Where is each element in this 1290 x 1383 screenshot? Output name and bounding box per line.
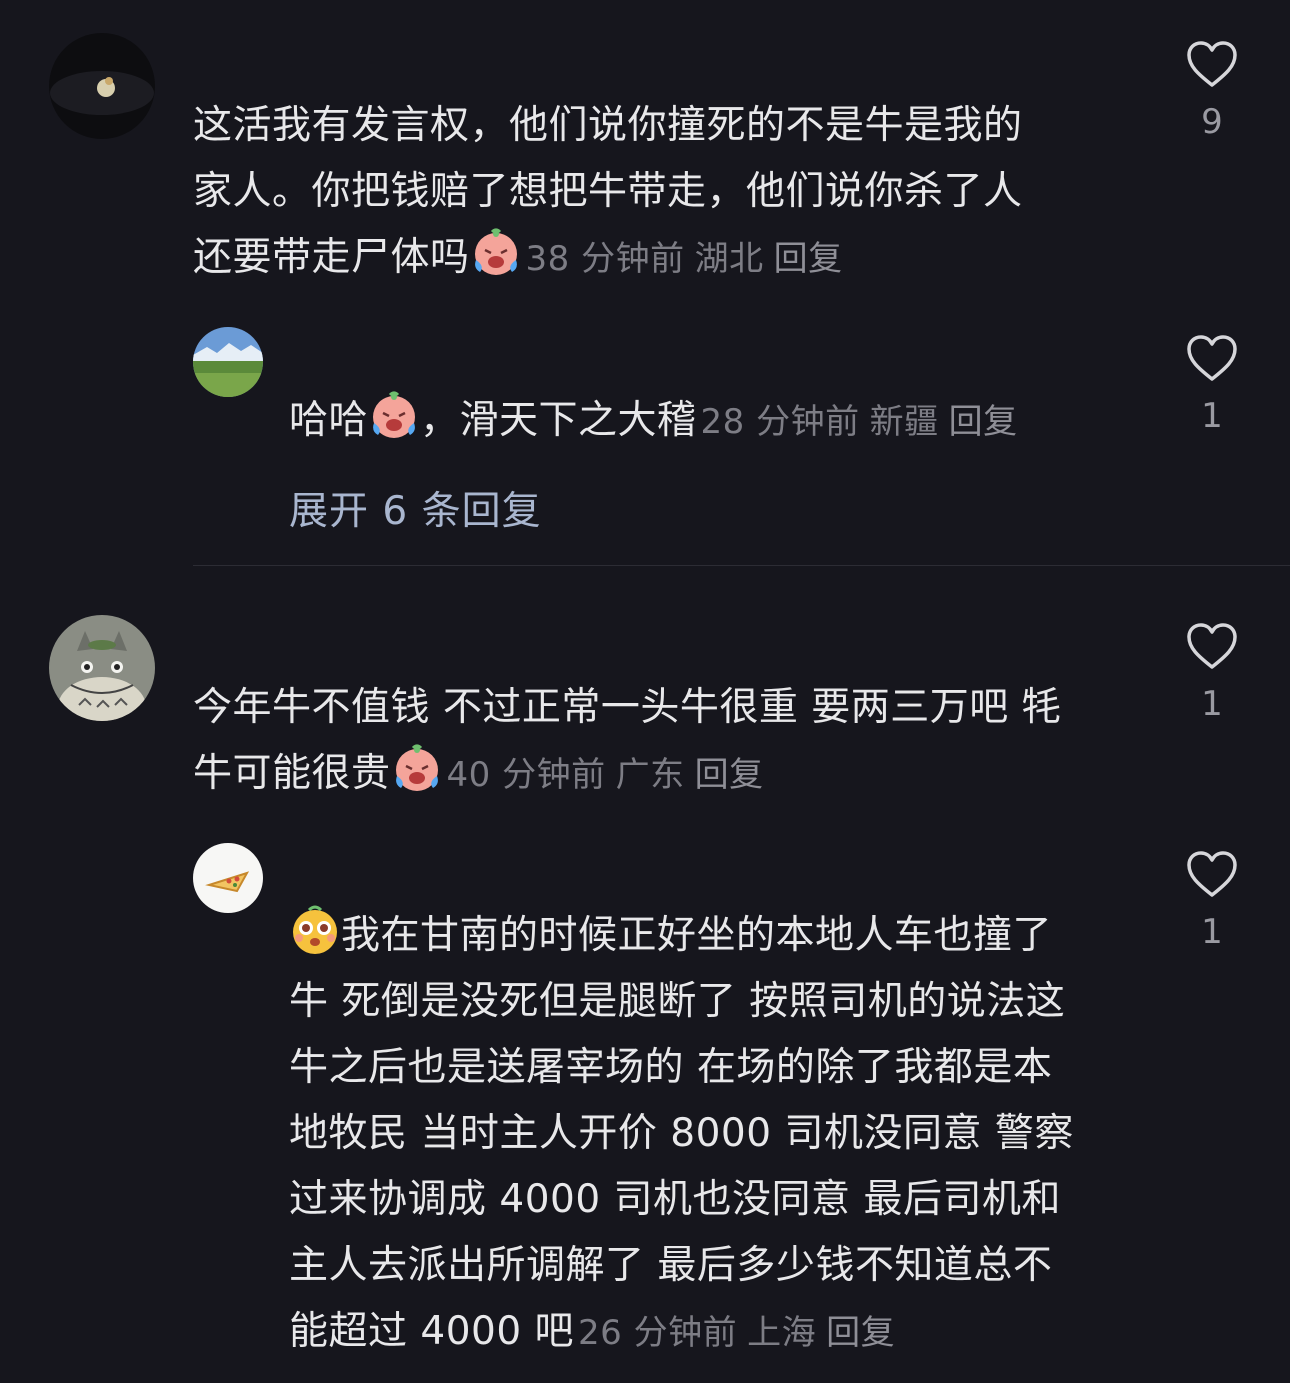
like-count: 9	[1201, 102, 1223, 142]
comment-line: 地牧民 当时主人开价 8000 司机没同意 警察	[289, 1111, 1074, 1156]
reply-button[interactable]: 回复	[949, 402, 1018, 442]
comment-text: 哈哈 ，滑天下之大稽 28 分钟前 新疆 回复	[289, 388, 1149, 455]
comment-line: 主人去派出所调解了 最后多少钱不知道总不	[289, 1243, 1053, 1288]
comment-location: 湖北	[694, 239, 764, 279]
reply-button[interactable]: 回复	[826, 1313, 895, 1353]
comment-time: 28 分钟前	[700, 402, 860, 442]
comment-line: 过来协调成 4000 司机也没同意 最后司机和	[289, 1177, 1061, 1222]
crying-face-emoji	[395, 744, 438, 791]
comment-line: ，滑天下之大稽	[420, 398, 697, 443]
comment-line: 牛 死倒是没死但是腿断了 按照司机的说法这	[289, 979, 1066, 1024]
heart-icon	[1187, 41, 1237, 87]
like-count: 1	[1201, 396, 1223, 436]
like-button[interactable]: 1	[1182, 334, 1242, 436]
comment-line: 能超过 4000 吧	[289, 1309, 575, 1354]
avatar[interactable]	[193, 843, 263, 913]
heart-icon	[1187, 851, 1237, 897]
avatar[interactable]	[193, 327, 263, 397]
avatar[interactable]	[49, 615, 155, 721]
reply-button[interactable]: 回复	[774, 239, 843, 279]
comment-text: 这活我有发言权，他们说你撞死的不是牛是我的 家人。你把钱赔了想把牛带走，他们说你…	[193, 93, 1133, 292]
surprised-face-emoji	[293, 905, 337, 954]
comment-line: 哈哈	[289, 398, 369, 443]
comment-line: 还要带走尸体吗	[193, 235, 470, 280]
like-count: 1	[1201, 912, 1223, 952]
comment-location: 广东	[615, 755, 685, 795]
expand-replies-button[interactable]: 展开 6 条回复	[289, 480, 542, 536]
crying-face-emoji	[373, 391, 416, 438]
comment-line: 今年牛不值钱 不过正常一头牛很重 要两三万吧 牦	[193, 685, 1062, 730]
like-button[interactable]: 9	[1182, 40, 1242, 142]
heart-icon	[1187, 623, 1237, 669]
like-button[interactable]: 1	[1182, 850, 1242, 952]
comment-text: 今年牛不值钱 不过正常一头牛很重 要两三万吧 牦 牛可能很贵 40 分钟前 广东 回复	[193, 675, 1153, 808]
comment-location: 新疆	[869, 402, 939, 442]
heart-icon	[1187, 335, 1237, 381]
avatar[interactable]	[49, 33, 155, 139]
comment-time: 40 分钟前	[446, 755, 606, 795]
comment-time: 38 分钟前	[525, 239, 685, 279]
comment-text: 我在甘南的时候正好坐的本地人车也撞了 牛 死倒是没死但是腿断了 按照司机的说法这…	[289, 903, 1149, 1366]
comment-line: 家人。你把钱赔了想把牛带走，他们说你杀了人	[193, 169, 1023, 214]
comment-line: 这活我有发言权，他们说你撞死的不是牛是我的	[193, 103, 1023, 148]
divider	[193, 565, 1290, 566]
like-button[interactable]: 1	[1182, 622, 1242, 724]
comment-location: 上海	[747, 1313, 817, 1353]
reply-button[interactable]: 回复	[695, 755, 764, 795]
crying-face-emoji	[474, 228, 517, 275]
comment-list: 这活我有发言权，他们说你撞死的不是牛是我的 家人。你把钱赔了想把牛带走，他们说你…	[0, 0, 1290, 1383]
comment-line: 牛可能很贵	[193, 751, 391, 796]
comment-line: 我在甘南的时候正好坐的本地人车也撞了	[341, 913, 1053, 958]
comment-line: 牛之后也是送屠宰场的 在场的除了我都是本	[289, 1045, 1053, 1090]
like-count: 1	[1201, 684, 1223, 724]
comment-time: 26 分钟前	[578, 1313, 738, 1353]
